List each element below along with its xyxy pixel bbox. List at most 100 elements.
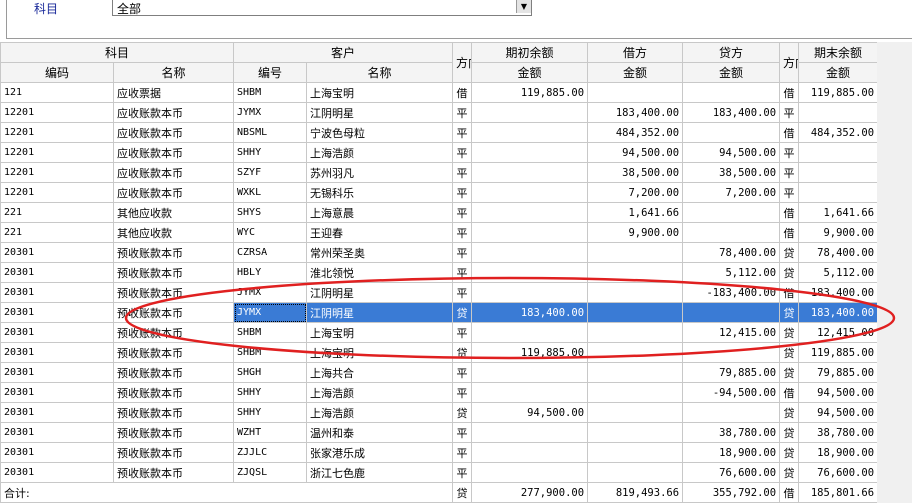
name-cell[interactable]: 预收账款本币 xyxy=(112,302,235,323)
direction-cell[interactable]: 平 xyxy=(452,202,473,223)
direction-cell[interactable]: 平 xyxy=(452,142,473,163)
name-cell[interactable]: 预收账款本币 xyxy=(112,242,235,263)
name-cell[interactable]: 其他应收款 xyxy=(112,222,235,243)
opening-amount-cell[interactable] xyxy=(471,102,589,123)
debit-amount-cell[interactable] xyxy=(587,362,684,383)
credit-amount-cell[interactable] xyxy=(682,122,781,143)
code-cell[interactable]: 121 xyxy=(0,82,114,103)
credit-amount-cell[interactable] xyxy=(682,402,781,423)
closing-amount-cell[interactable] xyxy=(798,102,879,123)
opening-amount-cell[interactable]: 94,500.00 xyxy=(471,402,589,423)
closing-direction-cell[interactable]: 贷 xyxy=(779,322,800,343)
customer-name-cell[interactable]: 无锡科乐 xyxy=(306,182,454,203)
customer-code-cell[interactable]: SHYS xyxy=(233,202,308,223)
opening-amount-cell[interactable] xyxy=(471,322,589,343)
customer-name-cell[interactable]: 上海浩颜 xyxy=(306,142,454,163)
code-cell[interactable]: 20301 xyxy=(0,362,114,383)
table-row[interactable]: 20301 预收账款本币 WZHT 温州和泰平 38,780.00 贷 38,780.00 xyxy=(0,422,879,443)
table-row[interactable]: 221 其他应收款 WYC 王迎春平 9,900.00 借 9,900.00 xyxy=(0,222,879,243)
direction-cell[interactable]: 贷 xyxy=(452,302,473,323)
code-cell[interactable]: 221 xyxy=(0,202,114,223)
code-cell[interactable]: 221 xyxy=(0,222,114,243)
customer-name-cell[interactable]: 王迎春 xyxy=(306,222,454,243)
table-row[interactable]: 121 应收票据 SHBM 上海宝明借 119,885.00 借 119,885.00 xyxy=(0,82,879,103)
customer-code-cell[interactable]: SHGH xyxy=(233,362,308,383)
credit-amount-cell[interactable] xyxy=(682,82,781,103)
name-cell[interactable]: 预收账款本币 xyxy=(112,262,235,283)
opening-amount-cell[interactable] xyxy=(471,142,589,163)
opening-amount-cell[interactable] xyxy=(471,222,589,243)
closing-direction-cell[interactable]: 贷 xyxy=(779,342,800,363)
closing-direction-cell[interactable]: 贷 xyxy=(779,422,800,443)
name-cell[interactable]: 预收账款本币 xyxy=(112,462,235,483)
opening-amount-cell[interactable] xyxy=(471,202,589,223)
closing-direction-cell[interactable]: 借 xyxy=(779,82,800,103)
customer-code-cell[interactable]: SZYF xyxy=(233,162,308,183)
customer-code-cell[interactable]: ZJQSL xyxy=(233,462,308,483)
credit-amount-cell[interactable]: 78,400.00 xyxy=(682,242,781,263)
closing-amount-cell[interactable]: 76,600.00 xyxy=(798,462,879,483)
code-cell[interactable]: 20301 xyxy=(0,262,114,283)
debit-amount-cell[interactable] xyxy=(587,342,684,363)
closing-amount-cell[interactable]: 9,900.00 xyxy=(798,222,879,243)
debit-amount-cell[interactable]: 1,641.66 xyxy=(587,202,684,223)
name-cell[interactable]: 应收账款本币 xyxy=(112,162,235,183)
name-cell[interactable]: 应收票据 xyxy=(112,82,235,103)
closing-amount-cell[interactable]: 183,400.00 xyxy=(798,282,879,303)
credit-amount-cell[interactable]: -94,500.00 xyxy=(682,382,781,403)
debit-amount-cell[interactable] xyxy=(587,442,684,463)
customer-code-cell[interactable]: SHBM xyxy=(233,322,308,343)
direction-cell[interactable]: 平 xyxy=(452,282,473,303)
table-row[interactable]: 20301 预收账款本币 HBLY 淮北领悦平 5,112.00 贷 5,112.00 xyxy=(0,262,879,283)
customer-code-cell[interactable]: SHBM xyxy=(233,82,308,103)
credit-amount-cell[interactable]: 7,200.00 xyxy=(682,182,781,203)
closing-amount-cell[interactable]: 94,500.00 xyxy=(798,402,879,423)
credit-amount-cell[interactable]: 76,600.00 xyxy=(682,462,781,483)
credit-amount-cell[interactable]: 183,400.00 xyxy=(682,102,781,123)
debit-amount-cell[interactable]: 9,900.00 xyxy=(587,222,684,243)
direction-cell[interactable]: 借 xyxy=(452,82,473,103)
closing-amount-cell[interactable]: 1,641.66 xyxy=(798,202,879,223)
table-row[interactable]: 20301 预收账款本币 JYMX 江阴明星贷 183,400.00 贷 183,400.0… xyxy=(0,302,879,323)
customer-code-cell[interactable]: HBLY xyxy=(233,262,308,283)
opening-amount-cell[interactable] xyxy=(471,462,589,483)
debit-amount-cell[interactable] xyxy=(587,462,684,483)
opening-amount-cell[interactable] xyxy=(471,182,589,203)
opening-amount-cell[interactable] xyxy=(471,162,589,183)
opening-amount-cell[interactable] xyxy=(471,282,589,303)
debit-amount-cell[interactable]: 38,500.00 xyxy=(587,162,684,183)
direction-cell[interactable]: 平 xyxy=(452,242,473,263)
closing-direction-cell[interactable]: 借 xyxy=(779,202,800,223)
debit-amount-cell[interactable]: 7,200.00 xyxy=(587,182,684,203)
direction-cell[interactable]: 平 xyxy=(452,442,473,463)
customer-name-cell[interactable]: 上海宝明 xyxy=(306,342,454,363)
closing-direction-cell[interactable]: 平 xyxy=(779,102,800,123)
direction-cell[interactable]: 贷 xyxy=(452,402,473,423)
name-cell[interactable]: 应收账款本币 xyxy=(112,142,235,163)
customer-code-cell[interactable]: WYC xyxy=(233,222,308,243)
opening-amount-cell[interactable] xyxy=(471,262,589,283)
table-row[interactable]: 221 其他应收款 SHYS 上海意晨平 1,641.66 借 1,641.66 xyxy=(0,202,879,223)
name-cell[interactable]: 预收账款本币 xyxy=(112,322,235,343)
closing-amount-cell[interactable]: 18,900.00 xyxy=(798,442,879,463)
closing-amount-cell[interactable] xyxy=(798,182,879,203)
closing-direction-cell[interactable]: 平 xyxy=(779,142,800,163)
customer-name-cell[interactable]: 江阴明星 xyxy=(306,102,454,123)
code-cell[interactable]: 20301 xyxy=(0,242,114,263)
opening-amount-cell[interactable] xyxy=(471,242,589,263)
closing-amount-cell[interactable]: 119,885.00 xyxy=(798,82,879,103)
closing-direction-cell[interactable]: 借 xyxy=(779,282,800,303)
code-cell[interactable]: 12201 xyxy=(0,182,114,203)
code-cell[interactable]: 20301 xyxy=(0,282,114,303)
code-cell[interactable]: 12201 xyxy=(0,142,114,163)
credit-amount-cell[interactable]: 5,112.00 xyxy=(682,262,781,283)
name-cell[interactable]: 预收账款本币 xyxy=(112,422,235,443)
customer-code-cell[interactable]: NBSML xyxy=(233,122,308,143)
debit-amount-cell[interactable]: 183,400.00 xyxy=(587,102,684,123)
name-cell[interactable]: 应收账款本币 xyxy=(112,122,235,143)
customer-code-cell[interactable]: SHHY xyxy=(233,142,308,163)
debit-amount-cell[interactable] xyxy=(587,242,684,263)
closing-amount-cell[interactable]: 183,400.00 xyxy=(798,302,879,323)
debit-amount-cell[interactable] xyxy=(587,262,684,283)
closing-direction-cell[interactable]: 平 xyxy=(779,162,800,183)
